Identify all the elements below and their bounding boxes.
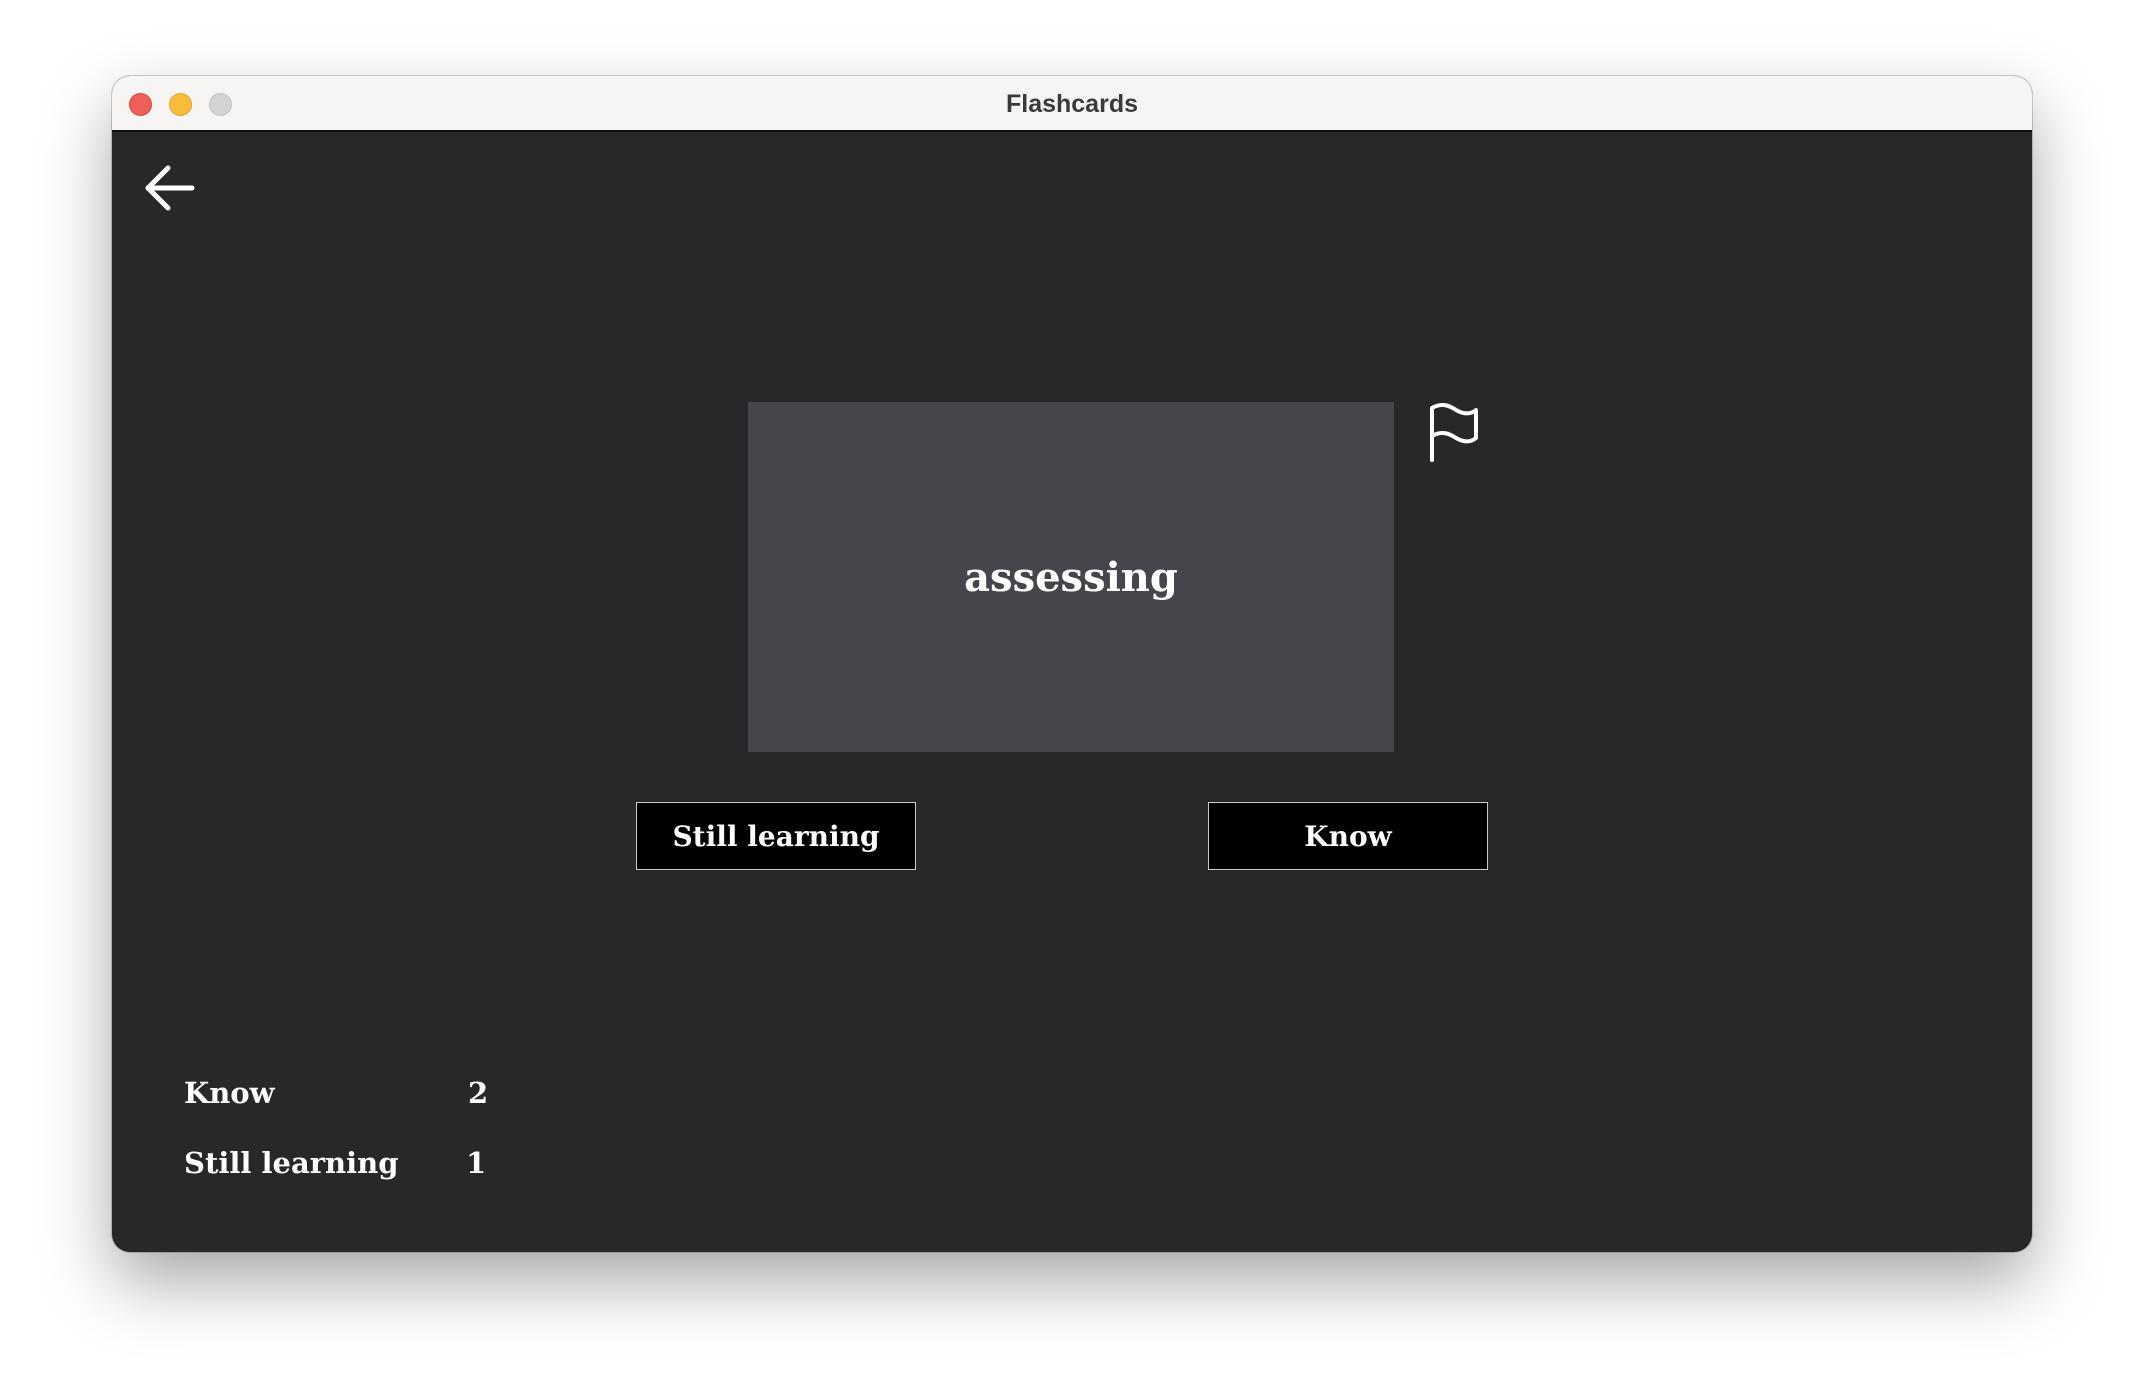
- stat-know-count: 2: [468, 1076, 489, 1110]
- title-bar: Flashcards: [112, 76, 2032, 132]
- arrow-left-icon: [145, 165, 195, 211]
- stat-row-still-learning: Still learning 1: [184, 1146, 544, 1216]
- flashcard-term: assessing: [964, 553, 1178, 601]
- progress-stats: Know 2 Still learning 1: [184, 1076, 544, 1216]
- know-button[interactable]: Know: [1208, 802, 1488, 870]
- stat-row-know: Know 2: [184, 1076, 544, 1146]
- app-window: Flashcards assessing Still learning Know…: [112, 76, 2032, 1252]
- stat-still-learning-label: Still learning: [184, 1146, 399, 1180]
- flashcard[interactable]: assessing: [748, 402, 1394, 752]
- flag-icon: [1430, 402, 1478, 462]
- window-title: Flashcards: [1005, 90, 1138, 118]
- stat-still-learning-count: 1: [466, 1146, 487, 1180]
- still-learning-button[interactable]: Still learning: [636, 802, 916, 870]
- stat-know-label: Know: [184, 1076, 275, 1110]
- flag-button[interactable]: [1426, 402, 1482, 462]
- back-button[interactable]: [142, 160, 198, 216]
